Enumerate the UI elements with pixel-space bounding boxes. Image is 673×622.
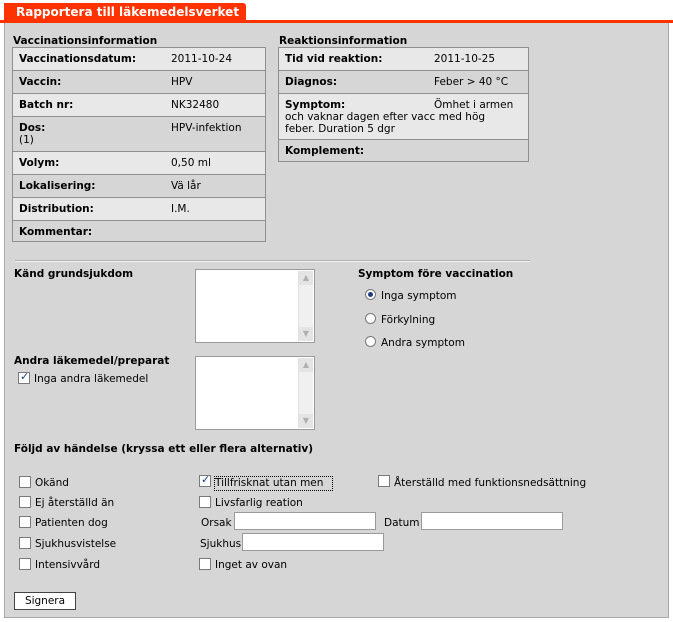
checkbox-life-threatening[interactable] <box>199 496 211 508</box>
focus-outline <box>214 476 333 491</box>
row-value: Feber > 40 °C <box>434 76 509 88</box>
dose-number: (1) <box>19 134 34 146</box>
vaccination-row-dose: Dos: (1) HPV-infektion <box>13 116 265 151</box>
symptom-text-line2: och vaknar dagen efter vacc med hög <box>285 111 486 123</box>
reaction-section-title: Reaktionsinformation <box>279 35 408 47</box>
hospital-input[interactable] <box>242 533 384 551</box>
other-meds-label: Andra läkemedel/preparat <box>14 355 170 367</box>
tab-report[interactable]: Rapportera till läkemedelsverket <box>4 3 246 21</box>
scroll-down-icon[interactable]: ▼ <box>299 327 313 341</box>
row-label: Distribution: <box>19 203 94 215</box>
date-label: Datum <box>384 517 420 529</box>
vaccination-table: Vaccinationsdatum: 2011-10-24 Vaccin: HP… <box>12 47 266 242</box>
radio-no-symptoms[interactable] <box>365 289 376 300</box>
other-meds-scrollbar[interactable]: ▲ ▼ <box>298 358 313 428</box>
row-value: 2011-10-24 <box>171 53 233 65</box>
scroll-up-icon[interactable]: ▲ <box>299 271 313 285</box>
row-value: Ömhet i armen <box>434 99 514 111</box>
vaccination-row-volume: Volym: 0,50 ml <box>13 151 265 174</box>
checkbox-unknown-label: Okänd <box>35 477 69 489</box>
checkbox-none-of-above-label: Inget av ovan <box>215 559 288 571</box>
known-disease-label: Känd grundsjukdom <box>14 268 134 280</box>
row-value: Vä lår <box>171 180 201 192</box>
other-meds-textarea[interactable]: ▲ ▼ <box>195 356 315 430</box>
row-label: Diagnos: <box>285 76 338 88</box>
checkbox-life-threatening-label: Livsfarlig reation <box>215 497 303 509</box>
row-value: HPV-infektion <box>171 122 242 134</box>
row-value: 2011-10-25 <box>434 53 496 65</box>
vaccination-row-distribution: Distribution: I.M. <box>13 197 265 220</box>
outcome-title: Följd av händelse (kryssa ett eller fler… <box>14 443 313 455</box>
row-value: HPV <box>171 76 193 88</box>
checkbox-recovered-impaired[interactable] <box>378 475 390 487</box>
vaccination-section-title: Vaccinationsinformation <box>13 35 158 47</box>
checkbox-not-recovered-label: Ej återställd än <box>35 497 115 509</box>
radio-selected-dot <box>368 292 373 297</box>
date-input[interactable] <box>421 512 563 530</box>
row-label: Vaccinationsdatum: <box>19 53 137 65</box>
known-disease-scrollbar[interactable]: ▲ ▼ <box>298 271 313 341</box>
checkbox-none-of-above[interactable] <box>199 558 211 570</box>
reaction-row-time: Tid vid reaktion: 2011-10-25 <box>279 47 528 70</box>
radio-cold[interactable] <box>365 313 376 324</box>
reaction-row-symptom: Symptom: Ömhet i armen och vaknar dagen … <box>279 93 528 139</box>
sign-button[interactable]: Signera <box>14 592 76 610</box>
row-value: NK32480 <box>171 99 220 111</box>
row-label: Volym: <box>19 157 60 169</box>
row-label: Tid vid reaktion: <box>285 53 383 65</box>
radio-cold-label: Förkylning <box>381 314 436 326</box>
radio-other-symptoms-label: Andra symptom <box>381 337 465 349</box>
row-value: I.M. <box>171 203 190 215</box>
symptom-text-line3: feber. Duration 5 dgr <box>285 123 395 135</box>
checkbox-recovered[interactable]: ✓ <box>199 473 211 487</box>
scroll-up-icon[interactable]: ▲ <box>299 358 313 372</box>
scroll-down-icon[interactable]: ▼ <box>299 414 313 428</box>
checkbox-patient-died[interactable] <box>19 516 31 528</box>
row-label: Symptom: <box>285 99 346 111</box>
row-label: Kommentar: <box>19 226 93 238</box>
vaccination-row-vaccine: Vaccin: HPV <box>13 70 265 93</box>
no-other-meds-label: Inga andra läkemedel <box>34 373 149 385</box>
report-panel: Vaccinationsinformation Vaccinationsdatu… <box>4 23 669 618</box>
reaction-row-complement: Komplement: <box>279 139 528 161</box>
checkbox-not-recovered[interactable] <box>19 496 31 508</box>
vaccination-row-location: Lokalisering: Vä lår <box>13 174 265 197</box>
checkbox-recovered-impaired-label: Återställd med funktionsnedsättning <box>394 477 587 489</box>
section-divider <box>15 260 530 262</box>
row-value: 0,50 ml <box>171 157 211 169</box>
radio-no-symptoms-label: Inga symptom <box>381 290 457 302</box>
row-label: Dos: <box>19 122 46 134</box>
radio-other-symptoms[interactable] <box>365 336 376 347</box>
checkbox-hospital-stay[interactable] <box>19 537 31 549</box>
reaction-table: Tid vid reaktion: 2011-10-25 Diagnos: Fe… <box>278 47 529 162</box>
checkbox-intensive-care-label: Intensivvård <box>35 559 101 571</box>
no-other-meds-checkbox[interactable]: ✓ <box>18 370 30 384</box>
reaction-row-diagnosis: Diagnos: Feber > 40 °C <box>279 70 528 93</box>
row-label: Komplement: <box>285 145 365 157</box>
checkmark-icon: ✓ <box>201 473 211 486</box>
vaccination-row-date: Vaccinationsdatum: 2011-10-24 <box>13 47 265 70</box>
vaccination-row-batch: Batch nr: NK32480 <box>13 93 265 116</box>
checkbox-intensive-care[interactable] <box>19 558 31 570</box>
checkbox-unknown[interactable] <box>19 476 31 488</box>
cause-label: Orsak <box>201 517 232 529</box>
checkbox-hospital-stay-label: Sjukhusvistelse <box>35 538 117 550</box>
cause-input[interactable] <box>234 512 376 530</box>
known-disease-textarea[interactable]: ▲ ▼ <box>195 269 315 343</box>
checkbox-patient-died-label: Patienten dog <box>35 517 108 529</box>
row-label: Vaccin: <box>19 76 62 88</box>
row-label: Batch nr: <box>19 99 74 111</box>
symptoms-before-title: Symptom före vaccination <box>358 268 514 280</box>
checkmark-icon: ✓ <box>20 370 30 383</box>
vaccination-row-comment: Kommentar: <box>13 220 265 241</box>
hospital-label: Sjukhus <box>200 538 242 550</box>
row-label: Lokalisering: <box>19 180 96 192</box>
